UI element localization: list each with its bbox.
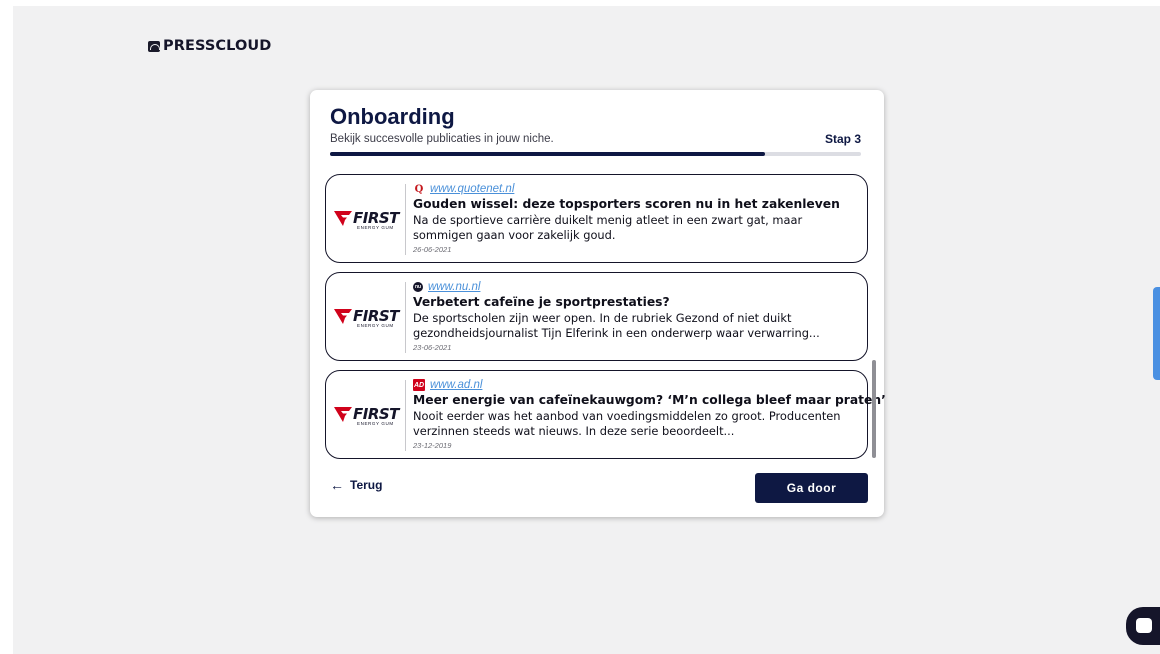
back-button[interactable]: ← Terug — [330, 478, 382, 492]
progress-bar-fill — [330, 152, 766, 156]
presscloud-logo[interactable]: PRESSCLOUD — [148, 38, 271, 54]
article-headline: Gouden wissel: deze topsporters scoren n… — [413, 197, 840, 211]
page-background: PRESSCLOUD Onboarding Bekijk succesvolle… — [13, 6, 1160, 654]
article-source: AD www.ad.nl — [413, 378, 863, 392]
article-headline: Meer energie van cafeïnekauwgom? ‘M’n co… — [413, 393, 886, 407]
divider — [405, 184, 406, 255]
continue-button[interactable]: Ga door — [755, 473, 868, 503]
article-content: AD www.ad.nl Meer energie van cafeïnekau… — [413, 378, 886, 450]
article-card[interactable]: FIRST ENERGY GUM Q www.quotenet.nl Goude… — [325, 174, 868, 263]
quotenet-favicon-icon: Q — [414, 183, 424, 195]
step-indicator: Stap 3 — [824, 132, 861, 146]
brand-logo-first: FIRST ENERGY GUM — [334, 307, 400, 329]
article-card[interactable]: FIRST ENERGY GUM nu www.nu.nl Verbetert … — [325, 272, 868, 361]
ad-favicon-icon: AD — [413, 379, 425, 391]
article-content: Q www.quotenet.nl Gouden wissel: deze to… — [413, 182, 863, 254]
nu-favicon-icon: nu — [413, 282, 423, 292]
first-logo-icon — [334, 211, 352, 226]
chat-bubble-icon — [1136, 618, 1152, 633]
brand-tagline: ENERGY GUM — [357, 225, 394, 230]
back-label: Terug — [350, 478, 383, 492]
scrollbar-thumb[interactable] — [872, 360, 876, 458]
arrow-left-icon: ← — [330, 477, 344, 493]
progress-bar — [330, 152, 861, 156]
article-source: nu www.nu.nl — [413, 280, 863, 294]
article-date: 26-06-2021 — [413, 245, 452, 254]
source-link[interactable]: www.nu.nl — [428, 281, 480, 293]
feedback-side-tab[interactable] — [1153, 287, 1160, 380]
article-excerpt: Na de sportieve carrière duikelt menig a… — [413, 213, 803, 242]
source-link[interactable]: www.quotenet.nl — [430, 183, 514, 195]
brand-tagline: ENERGY GUM — [357, 323, 394, 328]
article-headline: Verbetert cafeïne je sportprestaties? — [413, 295, 670, 309]
brand-tagline: ENERGY GUM — [357, 421, 394, 426]
first-logo-icon — [334, 309, 352, 324]
onboarding-card: Onboarding Bekijk succesvolle publicatie… — [310, 90, 886, 517]
article-date: 23-06-2021 — [413, 343, 452, 352]
cloud-icon — [148, 40, 160, 52]
divider — [405, 282, 406, 353]
first-logo-icon — [334, 407, 352, 422]
chat-launcher-button[interactable] — [1126, 607, 1160, 645]
brand-logo-first: FIRST ENERGY GUM — [334, 209, 400, 231]
article-card[interactable]: FIRST ENERGY GUM AD www.ad.nl Meer energ… — [325, 370, 886, 459]
article-list[interactable]: FIRST ENERGY GUM Q www.quotenet.nl Goude… — [325, 174, 886, 468]
article-excerpt: De sportscholen zijn weer open. In de ru… — [413, 311, 820, 340]
brand-logo-first: FIRST ENERGY GUM — [334, 405, 400, 427]
article-source: Q www.quotenet.nl — [413, 182, 863, 196]
article-date: 23-12-2019 — [413, 441, 452, 450]
page-subtitle: Bekijk succesvolle publicaties in jouw n… — [330, 133, 554, 145]
page-title: Onboarding — [330, 104, 455, 129]
divider — [405, 380, 406, 451]
logo-text: PRESSCLOUD — [163, 38, 272, 54]
source-link[interactable]: www.ad.nl — [430, 379, 482, 391]
article-excerpt: Nooit eerder was het aanbod van voedings… — [413, 409, 841, 438]
article-content: nu www.nu.nl Verbetert cafeïne je sportp… — [413, 280, 863, 352]
